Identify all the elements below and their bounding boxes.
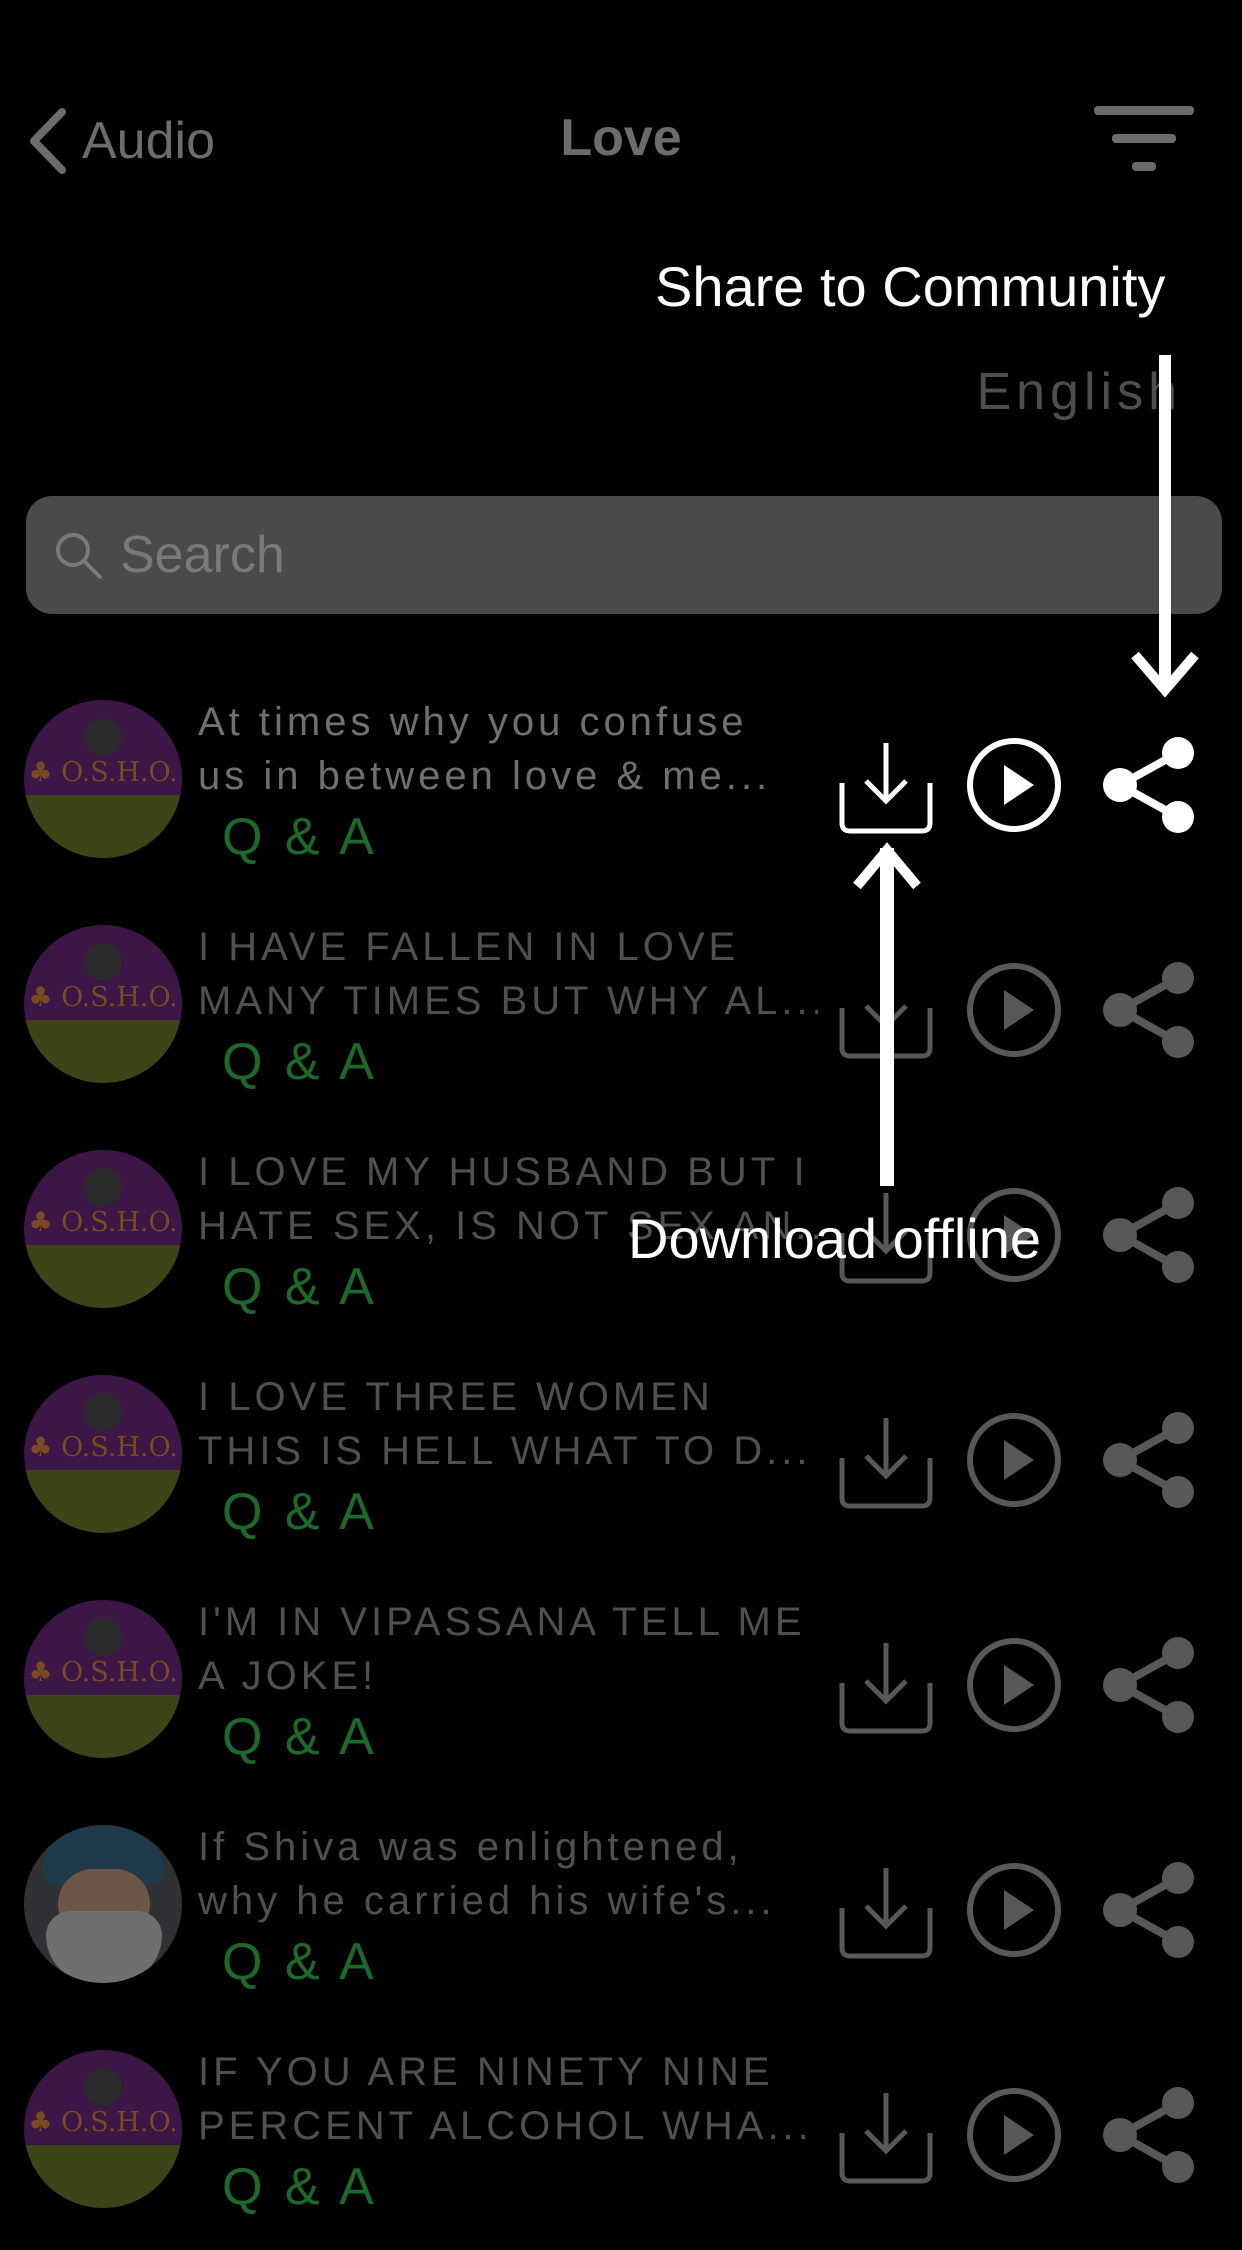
- play-icon[interactable]: [964, 1635, 1064, 1735]
- download-icon[interactable]: [836, 735, 936, 835]
- play-icon[interactable]: [964, 2085, 1064, 2185]
- download-annotation-arrow: [853, 842, 921, 1186]
- item-title: I'M IN VIPASSANA TELL ME A JOKE!: [198, 1600, 806, 1698]
- list-item[interactable]: ♣ O.S.H.O. At times why you confuse us in…: [0, 675, 1242, 900]
- download-icon[interactable]: [836, 1410, 936, 1510]
- item-title: I LOVE THREE WOMEN THIS IS HELL WHAT TO D…: [198, 1375, 812, 1473]
- avatar: ♣ O.S.H.O.: [24, 2050, 182, 2208]
- item-title: If Shiva was enlightened, why he carried …: [198, 1825, 776, 1923]
- item-category: Q & A: [222, 1708, 378, 1766]
- play-icon[interactable]: [964, 735, 1064, 835]
- search-icon: [56, 533, 102, 579]
- avatar: ♣ O.S.H.O.: [24, 1600, 182, 1758]
- share-icon[interactable]: [1100, 1185, 1200, 1285]
- share-icon[interactable]: [1100, 1860, 1200, 1960]
- avatar: ♣ O.S.H.O.: [24, 925, 182, 1083]
- download-icon[interactable]: [836, 1635, 936, 1735]
- download-icon[interactable]: [836, 2085, 936, 2185]
- item-category: Q & A: [222, 808, 378, 866]
- item-title: I HAVE FALLEN IN LOVE MANY TIMES BUT WHY …: [198, 925, 818, 1023]
- download-icon[interactable]: [836, 1860, 936, 1960]
- navigation-bar: Audio Love: [0, 0, 1242, 240]
- share-icon[interactable]: [1100, 960, 1200, 1060]
- download-annotation-label: Download offline: [628, 1207, 1042, 1270]
- avatar: ♣ O.S.H.O.: [24, 700, 182, 858]
- share-annotation-label: Share to Community: [655, 255, 1166, 318]
- play-icon[interactable]: [964, 1860, 1064, 1960]
- share-icon[interactable]: [1100, 1410, 1200, 1510]
- share-icon[interactable]: [1100, 735, 1200, 835]
- item-title: At times why you confuse us in between lo…: [198, 700, 772, 798]
- play-icon[interactable]: [964, 1410, 1064, 1510]
- item-category: Q & A: [222, 1033, 378, 1091]
- list-item[interactable]: ♣ O.S.H.O. I'M IN VIPASSANA TELL ME A JOK…: [0, 1575, 1242, 1800]
- share-annotation-arrow: [1131, 355, 1199, 698]
- filter-icon[interactable]: [1094, 100, 1194, 180]
- item-title: IF YOU ARE NINETY NINE PERCENT ALCOHOL WH…: [198, 2050, 813, 2148]
- list-item[interactable]: ♣ O.S.H.O. I LOVE THREE WOMEN THIS IS HEL…: [0, 1350, 1242, 1575]
- list-item[interactable]: ♣ O.S.H.O. I HAVE FALLEN IN LOVE MANY TIM…: [0, 900, 1242, 1125]
- play-icon[interactable]: [964, 960, 1064, 1060]
- search-bar[interactable]: Search: [26, 496, 1222, 614]
- avatar: [24, 1825, 182, 1983]
- share-icon[interactable]: [1100, 2085, 1200, 2185]
- item-category: Q & A: [222, 2158, 378, 2216]
- item-category: Q & A: [222, 1933, 378, 1991]
- list-item[interactable]: ♣ O.S.H.O. IF YOU ARE NINETY NINE PERCENT…: [0, 2025, 1242, 2250]
- share-icon[interactable]: [1100, 1635, 1200, 1735]
- avatar: ♣ O.S.H.O.: [24, 1375, 182, 1533]
- item-category: Q & A: [222, 1483, 378, 1541]
- search-input[interactable]: Search: [120, 525, 285, 585]
- list-item[interactable]: ♣ O.S.H.O. I LOVE MY HUSBAND BUT I HATE S…: [0, 1125, 1242, 1350]
- item-category: Q & A: [222, 1258, 378, 1316]
- page-title: Love: [560, 109, 682, 167]
- audio-list: ♣ O.S.H.O. At times why you confuse us in…: [0, 675, 1242, 2250]
- list-item[interactable]: If Shiva was enlightened, why he carried …: [0, 1800, 1242, 2025]
- avatar: ♣ O.S.H.O.: [24, 1150, 182, 1308]
